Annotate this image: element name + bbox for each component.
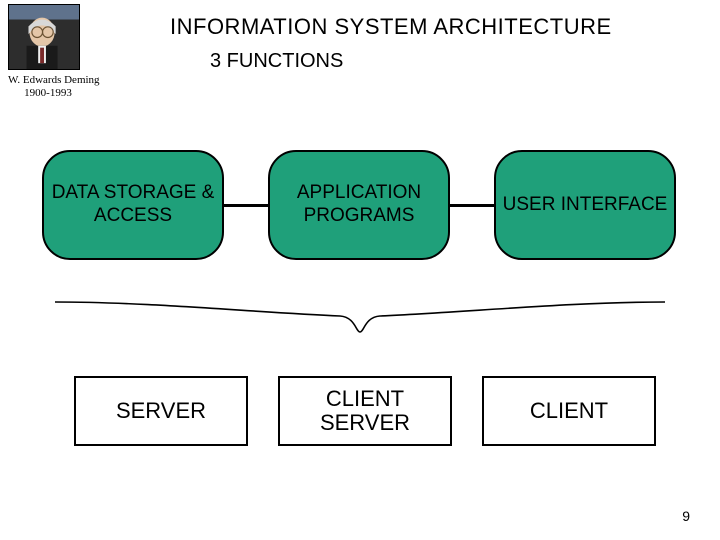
portrait-name: W. Edwards Deming — [8, 74, 118, 87]
tier-box-client: CLIENT — [482, 376, 656, 446]
tier-label: CLIENT — [530, 399, 608, 423]
function-label: DATA STORAGE & ACCESS — [50, 182, 216, 228]
tier-box-client-server: CLIENT SERVER — [278, 376, 452, 446]
portrait-years: 1900-1993 — [8, 87, 88, 100]
page-title: INFORMATION SYSTEM ARCHITECTURE — [170, 14, 612, 40]
connector-line — [450, 204, 494, 207]
portrait-caption: W. Edwards Deming 1900-1993 — [8, 74, 118, 99]
function-label: APPLICATION PROGRAMS — [276, 182, 442, 228]
connector-line — [224, 204, 268, 207]
person-icon — [9, 5, 79, 69]
portrait-image — [8, 4, 80, 70]
function-node-data-storage: DATA STORAGE & ACCESS — [42, 150, 224, 260]
slide: INFORMATION SYSTEM ARCHITECTURE 3 FUNCTI… — [0, 0, 720, 540]
tier-box-server: SERVER — [74, 376, 248, 446]
tier-label: SERVER — [116, 399, 206, 423]
tier-label: CLIENT SERVER — [280, 387, 450, 435]
curly-brace-icon — [50, 296, 670, 340]
page-number: 9 — [682, 508, 690, 524]
function-node-application-programs: APPLICATION PROGRAMS — [268, 150, 450, 260]
function-label: USER INTERFACE — [503, 194, 668, 217]
function-node-user-interface: USER INTERFACE — [494, 150, 676, 260]
page-subtitle: 3 FUNCTIONS — [210, 50, 343, 73]
